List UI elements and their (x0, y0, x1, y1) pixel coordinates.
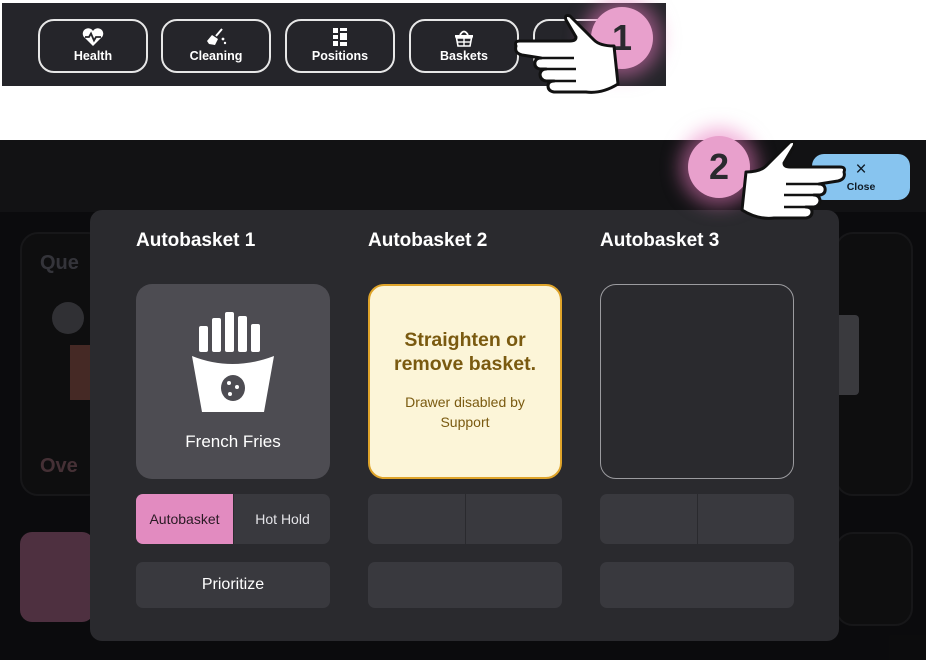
autobasket-mode-option[interactable]: Autobasket (136, 494, 233, 544)
autobasket-3-empty-tile[interactable] (600, 284, 794, 479)
autobasket-2-mode-right[interactable] (465, 494, 562, 544)
autobasket-1-item-label: French Fries (185, 432, 281, 451)
pointing-hand-icon-2 (740, 140, 846, 220)
autobasket-1-title: Autobasket 1 (136, 230, 256, 251)
autobasket-3-mode-left[interactable] (600, 494, 697, 544)
basket-icon (455, 30, 473, 47)
autobasket-2-warning-tile[interactable]: Straighten or remove basket. Drawer disa… (368, 284, 562, 479)
baskets-button[interactable]: Baskets (409, 19, 519, 73)
french-fries-icon (192, 312, 274, 412)
health-button[interactable]: Health (38, 19, 148, 73)
autobasket-2-title: Autobasket 2 (368, 230, 488, 251)
autobasket-2-mode-left[interactable] (368, 494, 465, 544)
autobasket-1-tile[interactable]: French Fries (136, 284, 330, 479)
autobasket-3-title: Autobasket 3 (600, 230, 720, 251)
cleaning-button[interactable]: Cleaning (161, 19, 271, 73)
positions-button-label: Positions (311, 49, 369, 63)
autobasket-3-action-button[interactable] (600, 562, 794, 608)
autobasket-modal: Autobasket 1 French Fries Autobasket Hot… (90, 210, 839, 641)
autobasket-2-mode-toggle (368, 494, 562, 544)
prioritize-button[interactable]: Prioritize (136, 562, 330, 608)
warning-title: Straighten or remove basket. (394, 329, 536, 375)
broom-icon (207, 28, 227, 45)
hot-hold-mode-option[interactable]: Hot Hold (233, 494, 330, 544)
autobasket-2-action-button[interactable] (368, 562, 562, 608)
health-button-label: Health (73, 49, 113, 63)
warning-subtitle: Drawer disabled by Support (405, 394, 525, 430)
autobasket-1-mode-toggle: Autobasket Hot Hold (136, 494, 330, 544)
heart-icon (82, 28, 104, 46)
autobasket-3-mode-toggle (600, 494, 794, 544)
grid-icon (333, 28, 347, 46)
positions-button[interactable]: Positions (285, 19, 395, 73)
baskets-button-label: Baskets (440, 49, 488, 63)
autobasket-3-mode-right[interactable] (697, 494, 794, 544)
pointing-hand-icon (514, 14, 620, 94)
cleaning-button-label: Cleaning (189, 49, 243, 63)
